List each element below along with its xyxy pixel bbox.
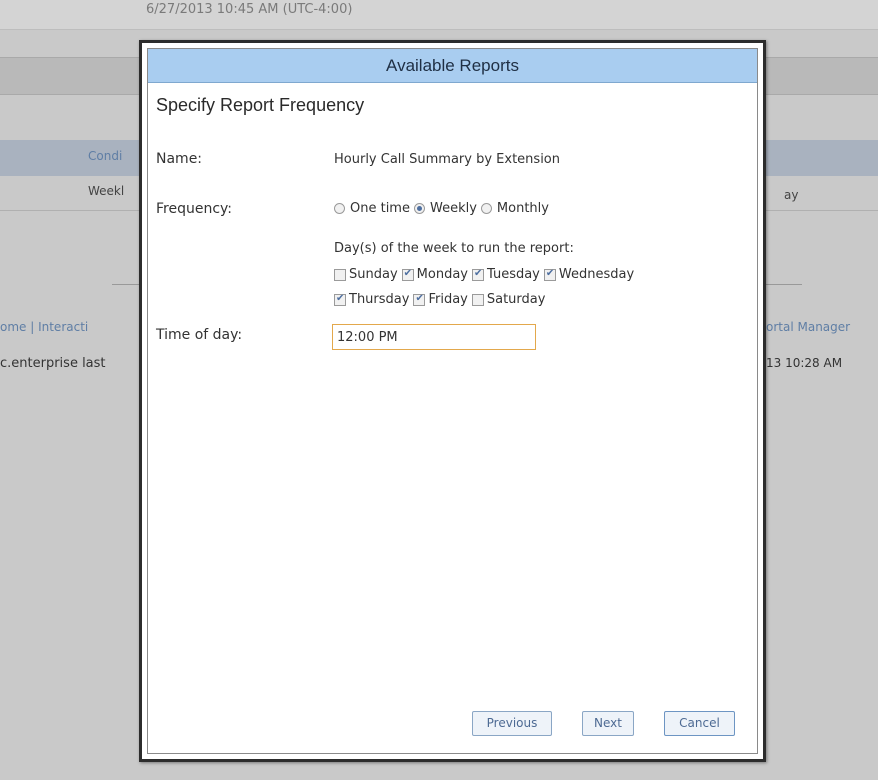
frequency-radio-group: One time Weekly Monthly <box>334 201 553 216</box>
background-top-bar <box>0 0 878 30</box>
time-of-day-input[interactable] <box>332 324 536 350</box>
day-label-saturday: Saturday <box>486 292 546 307</box>
frequency-option-weekly[interactable]: Weekly <box>413 201 477 216</box>
radio-label-weekly: Weekly <box>429 201 477 216</box>
days-row-1: Sunday Monday Tuesday Wednesday <box>334 267 638 282</box>
checkbox-sunday[interactable] <box>334 268 346 281</box>
day-label-tuesday: Tuesday <box>486 267 540 282</box>
cancel-button[interactable]: Cancel <box>664 711 735 736</box>
background-row-text: Weekl <box>88 184 125 198</box>
name-label: Name: <box>156 151 203 167</box>
days-caption: Day(s) of the week to run the report: <box>334 241 574 256</box>
background-footer-links-left: ome | Interacti <box>0 320 89 334</box>
background-row-text-right: ay <box>784 188 799 202</box>
checkbox-wednesday[interactable] <box>543 268 556 281</box>
background-status-left: c.enterprise last <box>0 356 106 371</box>
background-timestamp: 6/27/2013 10:45 AM (UTC-4:00) <box>146 2 353 17</box>
day-label-monday: Monday <box>416 267 468 282</box>
checkbox-monday[interactable] <box>401 268 414 281</box>
day-option-thursday[interactable]: Thursday <box>334 292 409 307</box>
frequency-option-one-time[interactable]: One time <box>334 201 410 216</box>
background-status-right: 13 10:28 AM <box>766 356 843 370</box>
radio-label-one-time: One time <box>350 201 410 216</box>
checkbox-thursday[interactable] <box>334 293 346 306</box>
available-reports-dialog: Available Reports Specify Report Frequen… <box>139 40 766 762</box>
day-label-thursday: Thursday <box>349 292 410 307</box>
background-header-text: Condi <box>88 149 123 163</box>
dialog-title: Available Reports <box>148 49 757 83</box>
time-of-day-label: Time of day: <box>156 327 243 343</box>
background-footer-links-right: ortal Manager <box>766 320 851 334</box>
day-option-saturday[interactable]: Saturday <box>471 292 546 307</box>
day-label-friday: Friday <box>428 292 468 307</box>
day-label-sunday: Sunday <box>349 267 398 282</box>
checkbox-saturday[interactable] <box>471 293 484 306</box>
frequency-option-monthly[interactable]: Monthly <box>480 201 549 216</box>
radio-monthly[interactable] <box>480 203 492 214</box>
frequency-label: Frequency: <box>156 201 233 217</box>
days-row-2: Thursday Friday Saturday <box>334 292 549 307</box>
radio-one-time[interactable] <box>334 203 345 214</box>
day-option-wednesday[interactable]: Wednesday <box>543 267 635 282</box>
day-option-tuesday[interactable]: Tuesday <box>471 267 540 282</box>
checkbox-tuesday[interactable] <box>471 268 484 281</box>
day-option-monday[interactable]: Monday <box>401 267 468 282</box>
report-name-value: Hourly Call Summary by Extension <box>334 152 561 167</box>
dialog-body: Available Reports Specify Report Frequen… <box>147 48 758 754</box>
previous-button[interactable]: Previous <box>472 711 552 736</box>
dialog-subtitle: Specify Report Frequency <box>156 95 365 115</box>
background-footer-rule-right <box>762 284 802 285</box>
checkbox-friday[interactable] <box>413 293 426 306</box>
radio-weekly[interactable] <box>413 203 425 214</box>
day-label-wednesday: Wednesday <box>558 267 635 282</box>
day-option-friday[interactable]: Friday <box>413 292 468 307</box>
day-option-sunday[interactable]: Sunday <box>334 267 398 282</box>
next-button[interactable]: Next <box>582 711 634 736</box>
radio-label-monthly: Monthly <box>496 201 549 216</box>
